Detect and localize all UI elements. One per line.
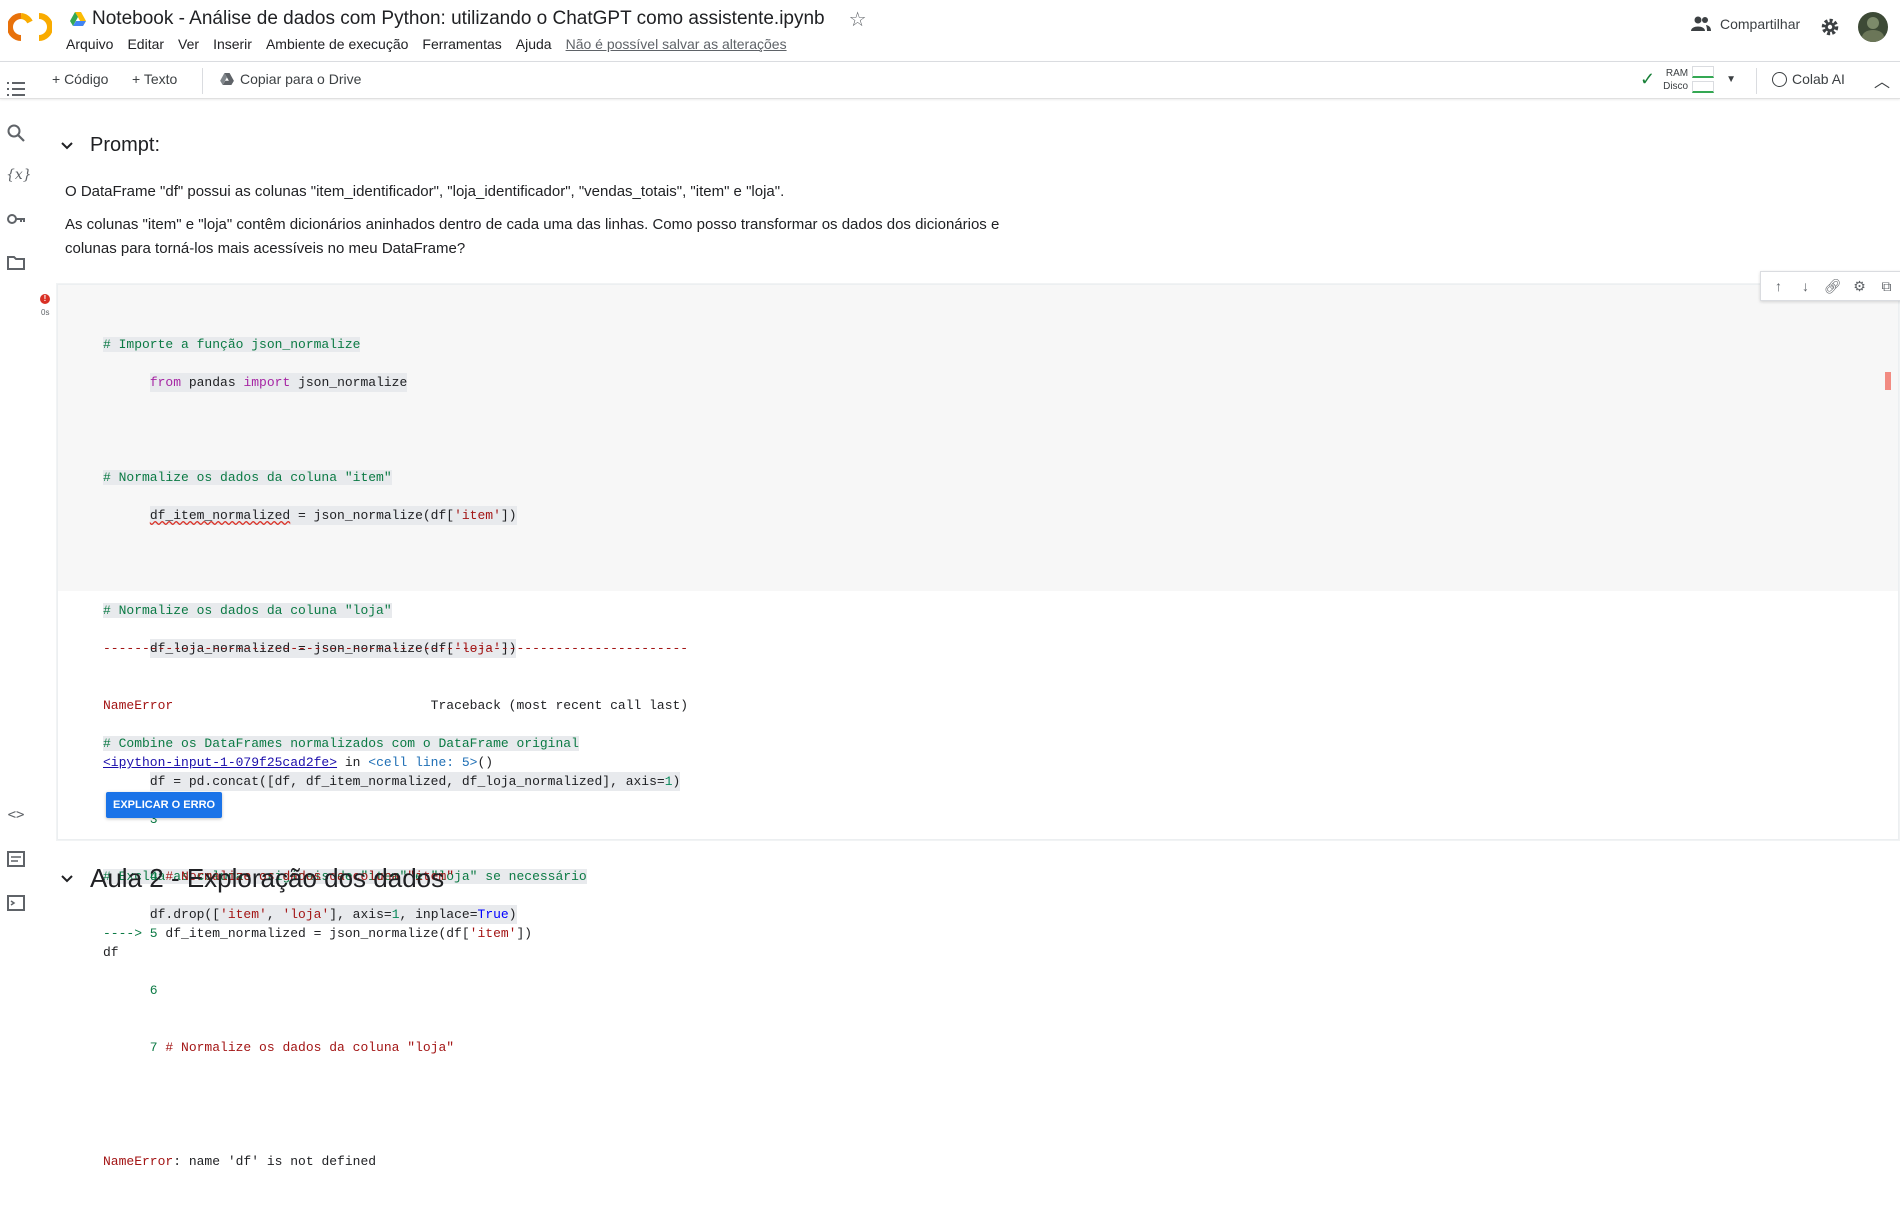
output-token: df_item_normalized = json_normalize(df[ [157,926,470,941]
move-down-icon[interactable]: ↓ [1792,278,1819,294]
menu-bar: Arquivo Editar Ver Inserir Ambiente de e… [66,36,801,52]
menu-ambiente[interactable]: Ambiente de execução [266,36,408,52]
notebook-title[interactable]: Notebook - Análise de dados com Python: … [92,8,825,30]
output-token: : name 'df' is not defined [173,1154,377,1169]
output-token: in [337,755,369,770]
output-token: ----> 5 [103,926,158,941]
notebook-toolbar: + Código + Texto Copiar para o Drive ✓ R… [0,61,1900,99]
folder-icon[interactable] [6,253,26,273]
section-aula2-header[interactable]: Aula 2 - Exploração dos dados [58,863,444,894]
add-text-button[interactable]: + Texto [132,71,177,87]
avatar[interactable] [1858,12,1888,42]
gear-icon[interactable] [1820,17,1840,37]
execution-time: 0s [41,308,50,317]
resource-bars [1692,66,1715,93]
link-icon[interactable]: 🔗︎ [1819,278,1846,295]
share-button[interactable]: Compartilhar [1690,16,1800,32]
output-token: NameError [103,698,174,713]
code-snippets-icon[interactable]: <> [6,805,26,825]
move-up-icon[interactable]: ↑ [1765,278,1792,294]
chevron-up-icon[interactable]: ︿ [1874,68,1890,92]
code-token: from [149,375,182,390]
code-token: ]) [500,508,517,523]
cell-output: ----------------------------------------… [103,601,688,1209]
drive-icon [220,73,234,85]
ram-label: RAM [1665,67,1689,79]
output-token: Traceback (most recent call last) [173,698,689,713]
traceback-input-link[interactable]: <ipython-input-1-079f25cad2fe> [103,755,337,770]
colab-logo-icon[interactable] [8,10,52,44]
output-token: 7 [103,1040,166,1055]
copy-to-drive-button[interactable]: Copiar para o Drive [220,71,361,87]
code-token: = json_normalize(df[ [290,508,455,523]
check-icon: ✓ [1640,69,1656,89]
output-token: <cell line: 5> [368,755,478,770]
command-palette-icon[interactable] [6,849,26,869]
output-token: # Normalize os dados da coluna "loja" [165,1040,455,1055]
code-line: # Importe a função json_normalize [103,337,361,352]
copy-to-drive-label: Copiar para o Drive [240,71,362,87]
toolbar-divider [1756,68,1757,94]
code-token: import [243,375,291,390]
resources-indicator[interactable]: ✓ RAM Disco ▼ [1640,66,1736,93]
chevron-down-icon[interactable] [58,137,76,155]
chevron-down-icon[interactable]: ▼ [1726,74,1736,85]
people-icon [1691,16,1711,31]
menu-ferramentas[interactable]: Ferramentas [422,36,501,52]
section-title: Aula 2 - Exploração dos dados [90,863,445,893]
output-token: NameError [103,1154,174,1169]
colab-ai-label: Colab AI [1792,71,1845,87]
output-line: 6 [103,983,158,998]
menu-arquivo[interactable]: Arquivo [66,36,113,52]
code-token: df_item_normalized [149,508,291,523]
code-cell[interactable]: # Importe a função json_normalize from p… [57,271,1900,1169]
section-title: Prompt: [90,134,161,156]
code-line: # Normalize os dados da coluna "item" [103,470,392,485]
section-prompt-header[interactable]: Prompt: [58,134,160,157]
menu-editar[interactable]: Editar [127,36,164,52]
code-token: json_normalize [290,375,408,390]
drive-icon [70,12,86,26]
colab-ai-button[interactable]: Colab AI [1772,71,1845,87]
unsaved-notice-link[interactable]: Não é possível salvar as alterações [566,36,787,52]
code-token: pandas [181,375,244,390]
chevron-down-icon[interactable] [58,870,76,888]
output-token: ]) [516,926,533,941]
sparkle-icon [1772,71,1787,87]
variables-icon[interactable]: {x} [6,165,32,185]
menu-ver[interactable]: Ver [178,36,199,52]
copy-icon[interactable]: ⧉ [1873,278,1900,295]
search-icon[interactable] [6,123,26,143]
left-sidebar: {x} <> [0,61,32,911]
output-token: () [477,755,494,770]
cell-toolbar: ↑ ↓ 🔗︎ ⚙ ⧉ 🗑︎ ⋮ [1760,271,1900,301]
output-line: ----------------------------------------… [103,641,689,656]
code-token: 'item' [454,508,501,523]
resource-labels: RAM Disco [1663,67,1688,93]
code-editor[interactable]: # Importe a função json_normalize from p… [58,285,1898,960]
prompt-paragraph-2-line-2: colunas para torná-los mais acessíveis n… [65,240,466,257]
top-bar: Notebook - Análise de dados com Python: … [0,0,1900,60]
scrollbar-error-marker [1885,372,1891,390]
menu-inserir[interactable]: Inserir [213,36,252,52]
star-icon[interactable]: ☆ [849,7,867,32]
add-code-button[interactable]: + Código [52,71,108,87]
terminal-icon[interactable] [6,893,26,913]
table-of-contents-icon[interactable] [6,79,26,99]
title-row: Notebook - Análise de dados com Python: … [70,6,867,32]
menu-ajuda[interactable]: Ajuda [516,36,552,52]
output-token: 'item' [469,926,517,941]
toolbar-divider [202,68,203,94]
share-label: Compartilhar [1720,16,1801,32]
disk-label: Disco [1663,80,1689,92]
prompt-paragraph-1: O DataFrame "df" possui as colunas "item… [65,183,785,200]
explain-error-button[interactable]: EXPLICAR O ERRO [106,792,223,818]
prompt-paragraph-2-line-1: As colunas "item" e "loja" contêm dicion… [65,216,1000,233]
error-badge-icon: ! [40,294,50,304]
key-icon[interactable] [6,209,26,229]
cell-settings-icon[interactable]: ⚙ [1846,278,1873,295]
